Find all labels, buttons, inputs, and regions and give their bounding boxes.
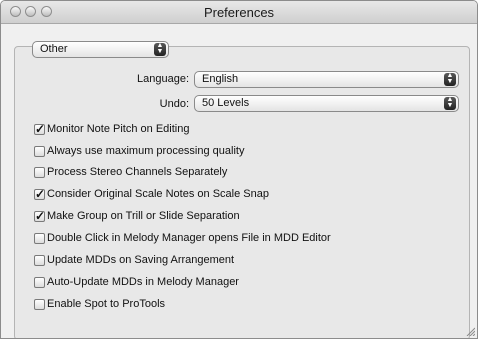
checkbox[interactable] — [34, 299, 45, 310]
title-bar[interactable]: Preferences — [1, 1, 477, 24]
resize-grip-icon[interactable] — [465, 326, 475, 336]
checkmark-icon: ✓ — [35, 187, 46, 201]
language-popup[interactable]: English ▲ ▼ — [194, 71, 459, 88]
checkbox[interactable] — [34, 255, 45, 266]
updown-arrows-icon: ▲ ▼ — [154, 42, 166, 56]
option-label: Monitor Note Pitch on Editing — [47, 123, 190, 135]
undo-popup[interactable]: 50 Levels ▲ ▼ — [194, 95, 459, 112]
option-label: Process Stereo Channels Separately — [47, 166, 228, 178]
option-label: Double Click in Melody Manager opens Fil… — [47, 232, 331, 244]
checkbox[interactable]: ✓ — [34, 187, 46, 201]
checkbox[interactable]: ✓ — [34, 122, 46, 136]
option-label: Consider Original Scale Notes on Scale S… — [47, 188, 269, 200]
checkbox[interactable] — [34, 146, 45, 157]
option-label: Make Group on Trill or Slide Separation — [47, 210, 240, 222]
undo-label: Undo: — [159, 98, 189, 110]
preferences-window: Preferences Other ▲ ▼ Language: English ▲… — [0, 0, 478, 339]
option-label: Enable Spot to ProTools — [47, 298, 166, 310]
checkbox[interactable] — [34, 277, 45, 288]
window-content: Other ▲ ▼ Language: English ▲ ▼ Undo: 50 L… — [1, 24, 477, 338]
option-label: Update MDDs on Saving Arrangement — [47, 254, 235, 266]
language-label: Language: — [137, 73, 189, 85]
category-popup-value: Other — [40, 43, 68, 55]
updown-arrows-icon: ▲ ▼ — [444, 96, 456, 110]
undo-popup-value: 50 Levels — [202, 97, 250, 109]
updown-arrows-icon: ▲ ▼ — [444, 72, 456, 86]
category-popup[interactable]: Other ▲ ▼ — [32, 41, 169, 58]
option-label: Auto-Update MDDs in Melody Manager — [47, 276, 239, 288]
language-popup-value: English — [202, 73, 239, 85]
checkmark-icon: ✓ — [35, 209, 46, 223]
checkbox[interactable] — [34, 167, 45, 178]
option-label: Always use maximum processing quality — [47, 145, 245, 157]
checkbox[interactable]: ✓ — [34, 209, 46, 223]
checkmark-icon: ✓ — [35, 122, 46, 136]
window-title: Preferences — [203, 5, 275, 20]
checkbox[interactable] — [34, 233, 45, 244]
